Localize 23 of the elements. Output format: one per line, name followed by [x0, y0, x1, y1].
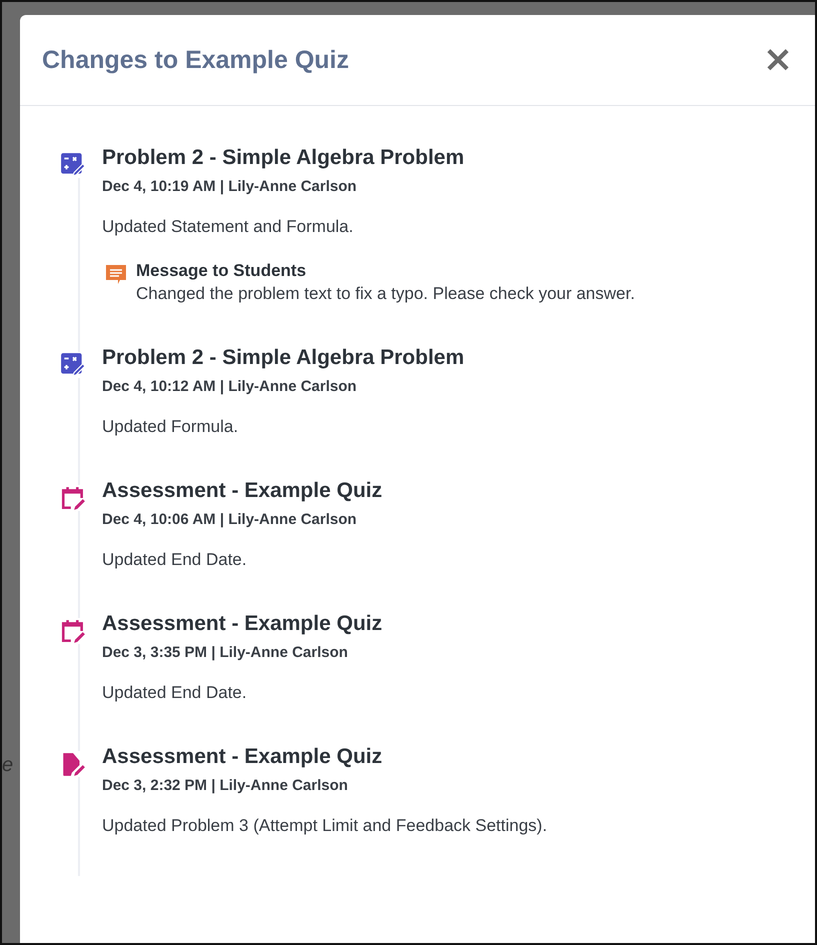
calendar-edit-icon — [60, 618, 86, 644]
calendar-edit-icon — [60, 485, 86, 511]
change-meta: Dec 3, 2:32 PM | Lily-Anne Carlson — [102, 777, 348, 794]
change-description: Updated End Date. — [102, 683, 247, 703]
change-title: Assessment - Example Quiz — [102, 479, 382, 503]
message-title: Message to Students — [136, 261, 306, 281]
document-edit-icon — [60, 751, 86, 777]
background-text: e — [2, 754, 14, 777]
dialog-title: Changes to Example Quiz — [42, 46, 350, 74]
change-title: Assessment - Example Quiz — [102, 612, 382, 636]
change-meta: Dec 3, 3:35 PM | Lily-Anne Carlson — [102, 644, 348, 661]
change-meta: Dec 4, 10:12 AM | Lily-Anne Carlson — [102, 378, 357, 395]
change-meta: Dec 4, 10:06 AM | Lily-Anne Carlson — [102, 511, 357, 528]
change-description: Updated Statement and Formula. — [102, 217, 354, 237]
change-title: Assessment - Example Quiz — [102, 745, 382, 769]
change-meta: Dec 4, 10:19 AM | Lily-Anne Carlson — [102, 178, 357, 195]
change-description: Updated End Date. — [102, 550, 247, 570]
message-text: Changed the problem text to fix a typo. Please check your answer. — [136, 284, 635, 304]
change-title: Problem 2 - Simple Algebra Problem — [102, 146, 464, 170]
change-description: Updated Formula. — [102, 417, 238, 437]
change-description: Updated Problem 3 (Attempt Limit and Feedback Settings). — [102, 816, 548, 836]
change-title: Problem 2 - Simple Algebra Problem — [102, 346, 464, 370]
close-button[interactable]: × — [760, 42, 795, 78]
